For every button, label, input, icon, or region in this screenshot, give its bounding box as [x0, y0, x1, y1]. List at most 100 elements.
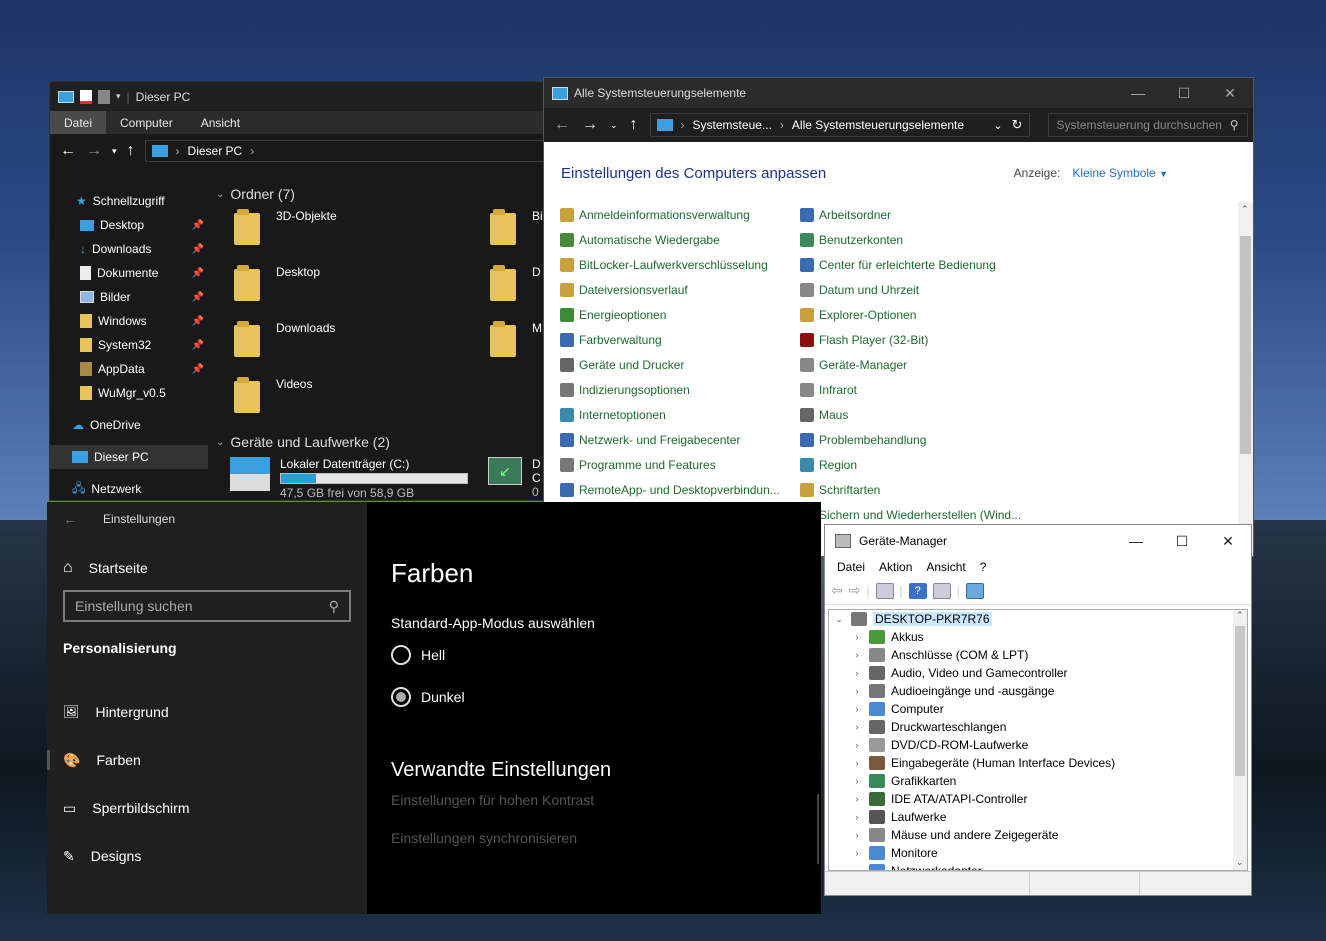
chevron-right-icon[interactable]: › [851, 668, 863, 678]
folder-tile[interactable]: D [490, 265, 541, 301]
help-icon[interactable]: ? [908, 582, 927, 599]
nav-item-wumgr[interactable]: WuMgr_v0.5 [50, 381, 208, 405]
forward-icon[interactable]: ⇨ [849, 582, 861, 599]
maximize-button[interactable]: ☐ [1161, 78, 1207, 108]
control-panel-item[interactable]: Flash Player (32-Bit) [800, 327, 1040, 352]
device-category[interactable]: › Eingabegeräte (Human Interface Devices) [829, 754, 1247, 772]
nav-lock-screen[interactable]: ▭ Sperrbildschirm [47, 784, 367, 832]
scrollbar-thumb[interactable] [1235, 626, 1245, 776]
device-tree-scrollbar[interactable]: ⌃ ⌄ [1233, 610, 1247, 870]
control-panel-item[interactable]: Internetoptionen [560, 402, 800, 427]
folder-tile[interactable]: Desktop [234, 265, 354, 313]
chevron-right-icon[interactable]: › [851, 632, 863, 642]
menu-help[interactable]: ? [980, 560, 987, 574]
device-category[interactable]: › Laufwerke [829, 808, 1247, 826]
view-dropdown[interactable]: Kleine Symbole ▼ [1072, 166, 1168, 180]
device-category[interactable]: › Computer [829, 700, 1247, 718]
nav-quick-access[interactable]: ★ Schnellzugriff [50, 189, 208, 213]
folder-tile[interactable]: 3D-Objekte [234, 209, 354, 257]
address-bar[interactable]: › Dieser PC › [144, 140, 548, 162]
device-category[interactable]: › Audio, Video und Gamecontroller [829, 664, 1247, 682]
control-panel-search[interactable]: Systemsteuerung durchsuchen ⚲ [1047, 113, 1248, 137]
control-panel-item[interactable]: Schriftarten [800, 477, 1040, 502]
scroll-down-icon[interactable]: ⌄ [1236, 857, 1244, 868]
breadcrumb-item[interactable]: Systemsteue... [693, 118, 772, 132]
pin-icon[interactable]: 📌 [192, 244, 204, 255]
tree-root[interactable]: ⌄ DESKTOP-PKR7R76 [829, 610, 1247, 628]
nav-item-system32[interactable]: System32 📌 [50, 333, 208, 357]
chevron-right-icon[interactable]: › [851, 848, 863, 858]
control-panel-item[interactable]: Energieoptionen [560, 302, 800, 327]
back-icon[interactable]: ⇦ [831, 582, 843, 599]
maximize-button[interactable]: ☐ [1159, 525, 1205, 557]
breadcrumb-item[interactable]: Alle Systemsteuerungselemente [792, 118, 964, 132]
device-category[interactable]: › Druckwarteschlangen [829, 718, 1247, 736]
settings-search-input[interactable]: Einstellung suchen ⚲ [63, 590, 351, 622]
control-panel-item[interactable]: Indizierungsoptionen [560, 377, 800, 402]
menu-action[interactable]: Aktion [879, 560, 912, 574]
close-button[interactable]: ✕ [1207, 78, 1253, 108]
pin-icon[interactable]: 📌 [192, 364, 204, 375]
address-dropdown-icon[interactable]: ⌄ [993, 119, 1002, 132]
control-panel-item[interactable]: Problembehandlung [800, 427, 1040, 452]
device-category[interactable]: › DVD/CD-ROM-Laufwerke [829, 736, 1247, 754]
chevron-right-icon[interactable]: › [851, 776, 863, 786]
device-category[interactable]: › Monitore [829, 844, 1247, 862]
chevron-right-icon[interactable]: › [851, 794, 863, 804]
search-icon[interactable]: ⚲ [1230, 118, 1239, 132]
control-panel-item[interactable]: Anmeldeinformationsverwaltung [560, 202, 800, 227]
menu-view[interactable]: Ansicht [926, 560, 965, 574]
folder-tile[interactable]: M [490, 321, 542, 357]
control-panel-item[interactable]: Farbverwaltung [560, 327, 800, 352]
drive-tile-d[interactable]: ↙ D C 0 [488, 457, 541, 499]
chevron-right-icon[interactable]: › [851, 650, 863, 660]
control-panel-item[interactable]: Maus [800, 402, 1040, 427]
chevron-right-icon[interactable]: › [851, 830, 863, 840]
pin-icon[interactable]: 📌 [192, 220, 204, 231]
minimize-button[interactable]: — [1113, 525, 1159, 557]
back-icon[interactable]: ← [63, 511, 77, 527]
control-panel-item[interactable]: Programme und Features [560, 452, 800, 477]
pin-icon[interactable]: 📌 [192, 268, 204, 279]
properties-icon[interactable] [932, 582, 951, 599]
close-button[interactable]: ✕ [1205, 525, 1251, 557]
nav-item-downloads[interactable]: ↓ Downloads 📌 [50, 237, 208, 261]
show-hide-console-tree-icon[interactable] [875, 582, 894, 599]
control-panel-item[interactable]: Arbeitsordner [800, 202, 1040, 227]
refresh-icon[interactable]: ↻ [1012, 117, 1023, 133]
control-panel-item[interactable]: Region [800, 452, 1040, 477]
nav-item-pictures[interactable]: Bilder 📌 [50, 285, 208, 309]
radio-button[interactable] [391, 645, 411, 665]
folders-group-header[interactable]: ⌄ Ordner (7) [210, 183, 548, 205]
pin-icon[interactable]: 📌 [192, 292, 204, 303]
nav-network[interactable]: 🖧 Netzwerk [50, 477, 208, 500]
chevron-right-icon[interactable]: › [851, 686, 863, 696]
folder-tile[interactable]: Bi [490, 209, 543, 245]
device-category[interactable]: › Netzwerkadapter [829, 862, 1247, 870]
up-icon[interactable]: ↑ [630, 116, 638, 134]
control-panel-scrollbar[interactable]: ⌃ [1238, 202, 1253, 556]
high-contrast-link[interactable]: Einstellungen für hohen Kontrast [391, 792, 821, 808]
recent-dropdown-icon[interactable]: ▾ [112, 146, 117, 157]
control-panel-item[interactable]: Netzwerk- und Freigabecenter [560, 427, 800, 452]
control-panel-item[interactable]: Benutzerkonten [800, 227, 1040, 252]
control-panel-item[interactable]: Explorer-Optionen [800, 302, 1040, 327]
control-panel-item[interactable]: Dateiversionsverlauf [560, 277, 800, 302]
nav-item-windows[interactable]: Windows 📌 [50, 309, 208, 333]
pin-icon[interactable]: 📌 [192, 316, 204, 327]
new-folder-icon[interactable] [98, 89, 110, 104]
back-icon[interactable]: ← [60, 142, 76, 160]
pin-icon[interactable]: 📌 [192, 340, 204, 351]
recent-dropdown-icon[interactable]: ⌄ [610, 120, 618, 131]
qat-dropdown-icon[interactable]: ▾ [116, 91, 121, 102]
control-panel-item[interactable]: Infrarot [800, 377, 1040, 402]
nav-themes[interactable]: ✎ Designs [47, 832, 367, 880]
control-panel-item[interactable]: Center für erleichterte Bedienung [800, 252, 1040, 277]
chevron-right-icon[interactable]: › [851, 704, 863, 714]
nav-home[interactable]: ⌂ Startseite [47, 552, 367, 584]
nav-item-appdata[interactable]: AppData 📌 [50, 357, 208, 381]
properties-icon[interactable] [80, 89, 92, 104]
nav-item-desktop[interactable]: Desktop 📌 [50, 213, 208, 237]
forward-icon[interactable]: → [86, 142, 102, 160]
chevron-right-icon[interactable]: › [851, 722, 863, 732]
